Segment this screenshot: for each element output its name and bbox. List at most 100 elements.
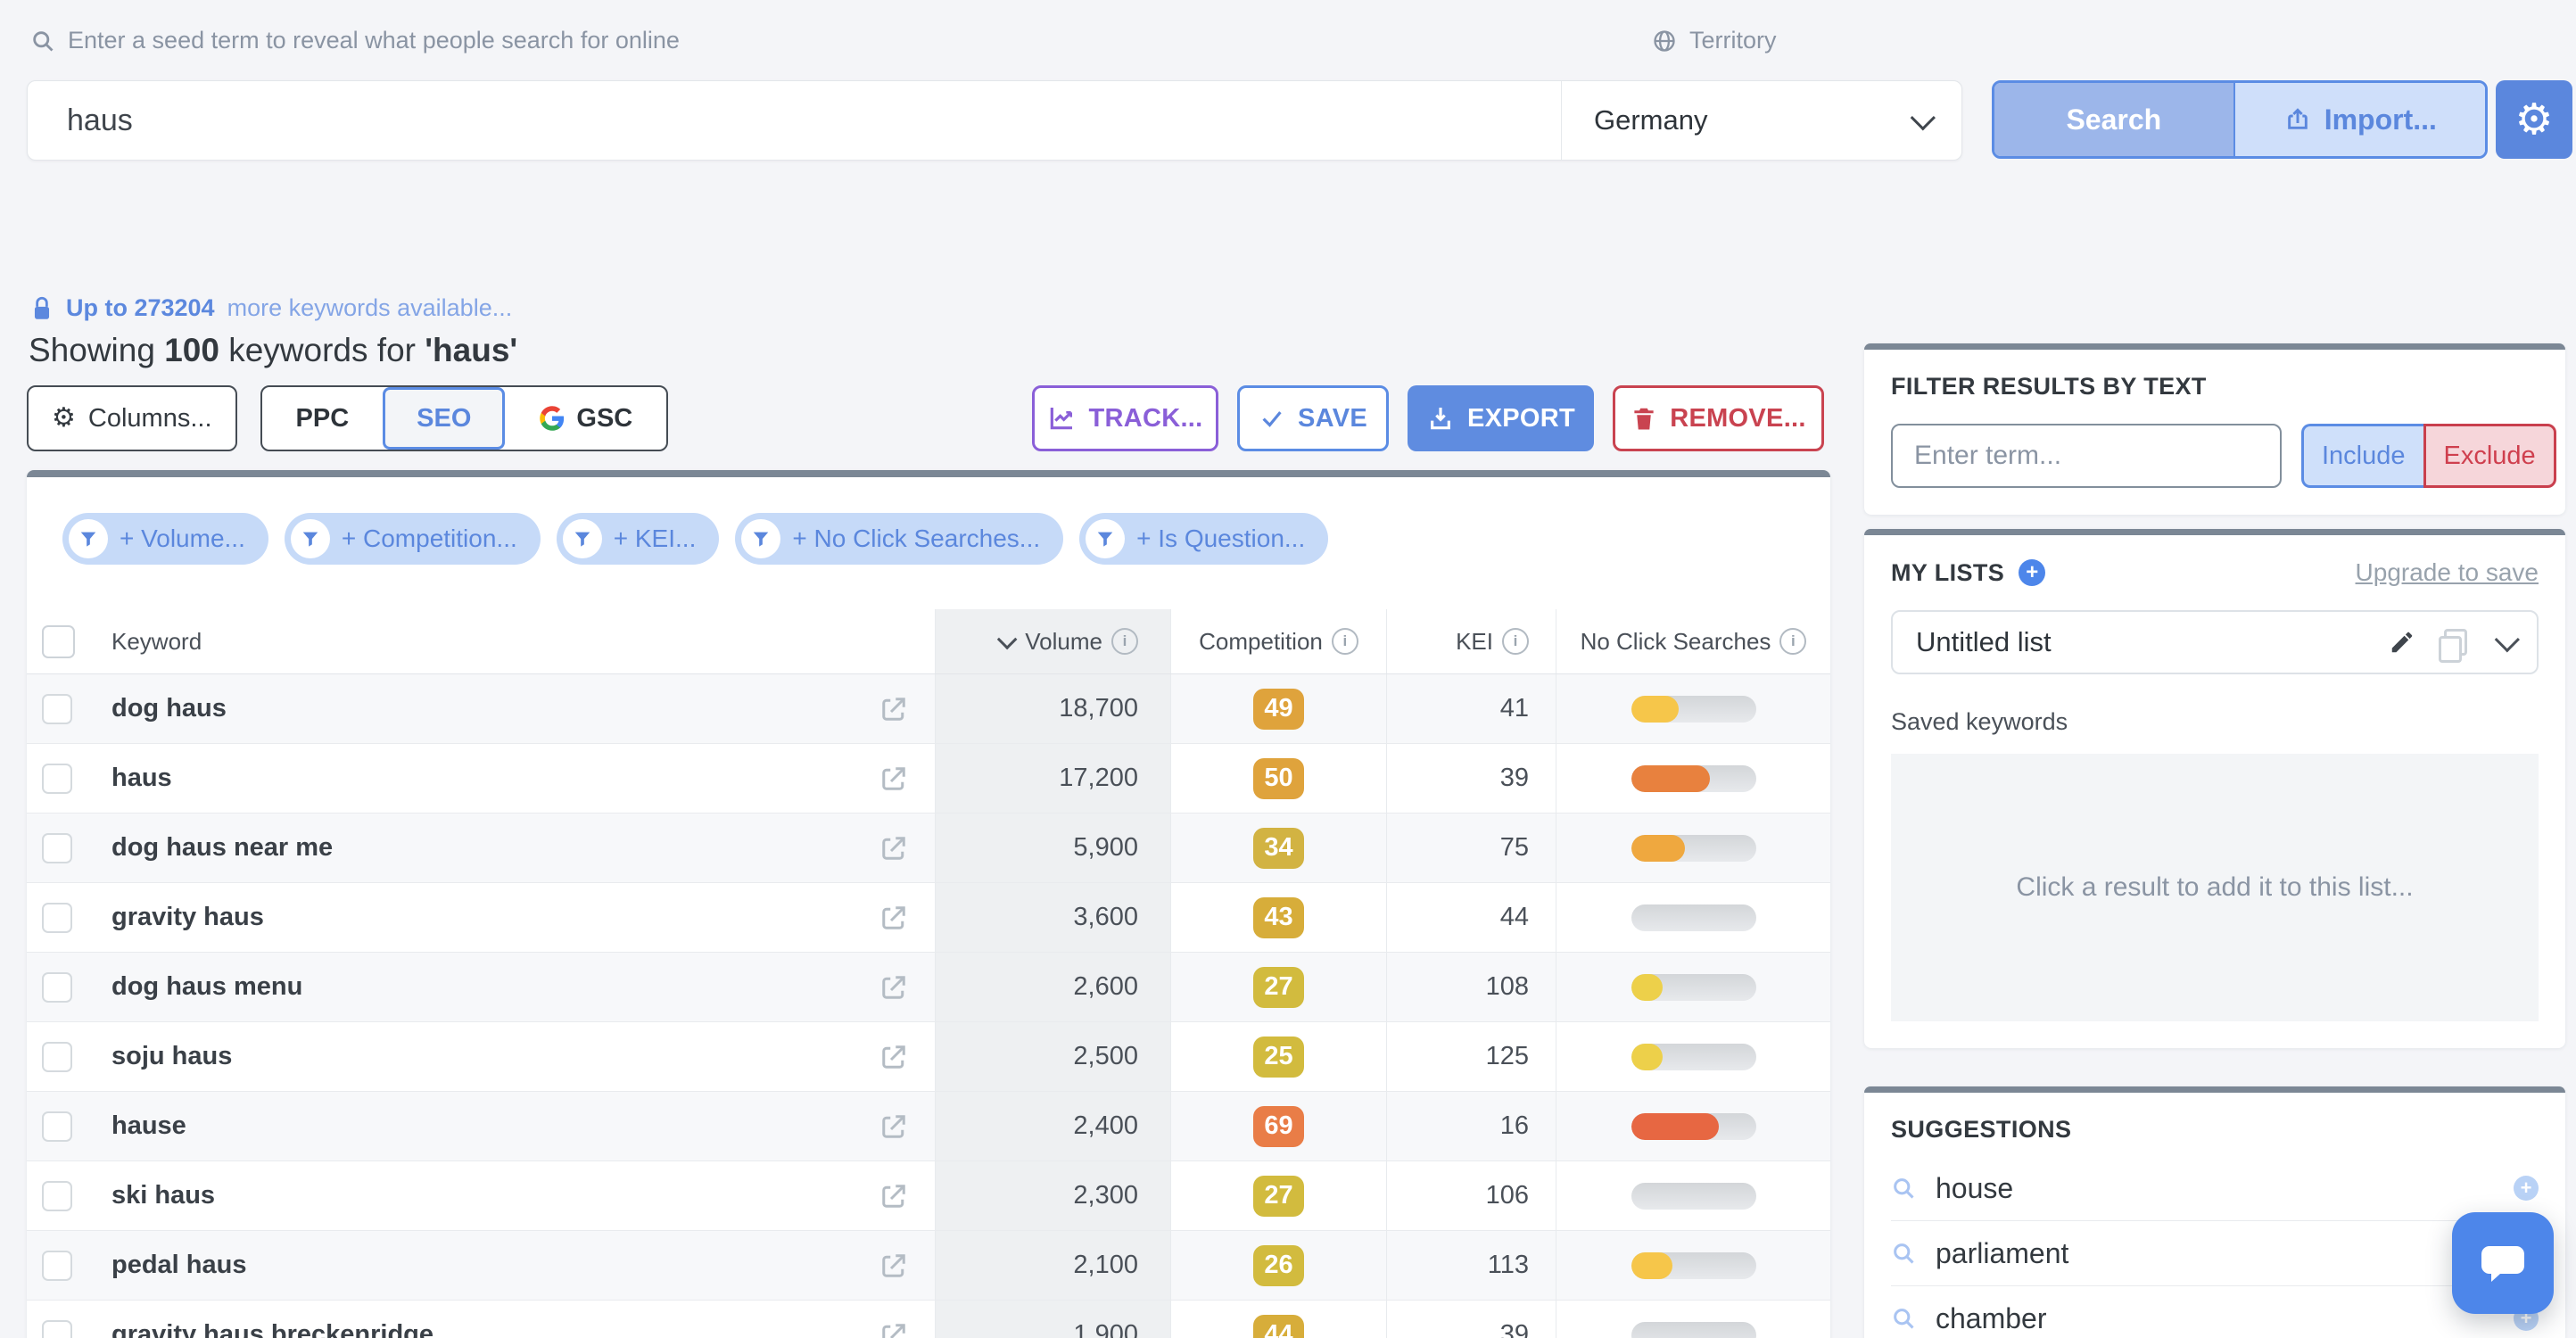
row-checkbox[interactable] (42, 694, 72, 724)
filter-chip[interactable]: + KEI... (557, 513, 720, 565)
table-row[interactable]: dog haus near me 5,900 34 75 (27, 814, 1830, 883)
table-row[interactable]: soju haus 2,500 25 125 (27, 1022, 1830, 1092)
results-panel: + Volume... + Competition... + KEI... + … (27, 470, 1830, 1338)
external-link-icon[interactable] (878, 902, 910, 934)
external-link-icon[interactable] (878, 1319, 910, 1338)
keyword-cell[interactable]: gravity haus (111, 903, 264, 932)
row-checkbox[interactable] (42, 1042, 72, 1072)
seed-input[interactable] (28, 81, 1561, 160)
col-competition[interactable]: Competition i (1170, 609, 1386, 673)
filter-funnel-icon (741, 519, 780, 558)
row-checkbox[interactable] (42, 833, 72, 863)
columns-button[interactable]: ⚙ Columns... (27, 385, 237, 451)
keyword-cell[interactable]: dog haus (111, 694, 227, 723)
suggestion-item[interactable]: chamber + (1891, 1285, 2539, 1338)
exclude-button[interactable]: Exclude (2423, 424, 2556, 488)
info-icon[interactable]: i (1779, 628, 1806, 655)
info-icon[interactable]: i (1332, 628, 1358, 655)
table-row[interactable]: hause 2,400 69 16 (27, 1092, 1830, 1161)
filter-term-input[interactable] (1891, 424, 2282, 488)
competition-badge: 27 (1253, 1176, 1304, 1217)
pencil-icon[interactable] (2389, 629, 2415, 656)
settings-button[interactable]: ⚙ (2496, 80, 2572, 159)
kei-cell: 108 (1386, 953, 1556, 1021)
external-link-icon[interactable] (878, 693, 910, 725)
tab-gsc[interactable]: GSC (505, 387, 666, 450)
row-checkbox[interactable] (42, 1111, 72, 1142)
globe-icon (1652, 29, 1677, 54)
volume-cell: 2,600 (935, 953, 1170, 1021)
table-row[interactable]: dog haus menu 2,600 27 108 (27, 953, 1830, 1022)
upload-icon (2283, 105, 2312, 134)
volume-cell: 2,500 (935, 1022, 1170, 1091)
external-link-icon[interactable] (878, 763, 910, 795)
row-checkbox[interactable] (42, 1251, 72, 1281)
suggestion-item[interactable]: parliament + (1891, 1220, 2539, 1285)
suggestions-title: SUGGESTIONS (1891, 1116, 2539, 1144)
save-button[interactable]: SAVE (1237, 385, 1389, 451)
chevron-down-icon[interactable] (2495, 627, 2520, 652)
search-button[interactable]: Search (1994, 83, 2233, 156)
external-link-icon[interactable] (878, 1041, 910, 1073)
remove-button[interactable]: REMOVE... (1613, 385, 1824, 451)
table-row[interactable]: haus 17,200 50 39 (27, 744, 1830, 814)
table-row[interactable]: pedal haus 2,100 26 113 (27, 1231, 1830, 1301)
keyword-cell[interactable]: dog haus menu (111, 972, 302, 1002)
kei-cell: 16 (1386, 1092, 1556, 1160)
row-checkbox[interactable] (42, 764, 72, 794)
chat-launcher-button[interactable] (2452, 1212, 2554, 1314)
page-title: Showing 100 keywords for 'haus' (29, 332, 517, 369)
list-selector[interactable]: Untitled list (1891, 610, 2539, 674)
add-list-button[interactable]: + (2019, 559, 2045, 586)
table-row[interactable]: gravity haus 3,600 43 44 (27, 883, 1830, 953)
keyword-cell[interactable]: pedal haus (111, 1251, 247, 1280)
territory-select[interactable]: Germany (1561, 81, 1961, 160)
col-no-click[interactable]: No Click Searches i (1556, 609, 1830, 673)
external-link-icon[interactable] (878, 832, 910, 864)
keyword-cell[interactable]: dog haus near me (111, 833, 333, 863)
row-checkbox[interactable] (42, 903, 72, 933)
keyword-cell[interactable]: haus (111, 764, 172, 793)
filter-chip[interactable]: + No Click Searches... (735, 513, 1063, 565)
external-link-icon[interactable] (878, 1111, 910, 1143)
table-row[interactable]: dog haus 18,700 49 41 (27, 674, 1830, 744)
keyword-cell[interactable]: ski haus (111, 1181, 215, 1210)
select-all-checkbox[interactable] (42, 625, 75, 658)
suggestion-item[interactable]: house + (1891, 1156, 2539, 1220)
filter-chip[interactable]: + Competition... (285, 513, 541, 565)
filter-chip[interactable]: + Is Question... (1079, 513, 1328, 565)
track-button[interactable]: TRACK... (1032, 385, 1218, 451)
export-button[interactable]: EXPORT (1408, 385, 1594, 451)
keyword-cell[interactable]: gravity haus breckenridge (111, 1320, 433, 1338)
copy-icon[interactable] (2444, 629, 2467, 656)
row-checkbox[interactable] (42, 972, 72, 1003)
upgrade-link[interactable]: Upgrade to save (2356, 558, 2539, 587)
row-checkbox[interactable] (42, 1181, 72, 1211)
magnifier-icon (1891, 1306, 1916, 1331)
keyword-cell[interactable]: hause (111, 1111, 186, 1141)
suggestions-list: house + parliament + chamber + (1891, 1156, 2539, 1338)
col-kei[interactable]: KEI i (1386, 609, 1556, 673)
info-icon[interactable]: i (1502, 628, 1529, 655)
external-link-icon[interactable] (878, 1180, 910, 1212)
tab-seo[interactable]: SEO (383, 387, 505, 450)
import-button[interactable]: Import... (2233, 83, 2485, 156)
upsell-banner[interactable]: Up to 273204 more keywords available... (30, 294, 512, 322)
add-suggestion-button[interactable]: + (2514, 1176, 2539, 1201)
table-row[interactable]: gravity haus breckenridge 1,900 44 39 (27, 1301, 1830, 1338)
seed-term-label: Enter a seed term to reveal what people … (30, 27, 680, 54)
table-row[interactable]: ski haus 2,300 27 106 (27, 1161, 1830, 1231)
external-link-icon[interactable] (878, 1250, 910, 1282)
filter-chip[interactable]: + Volume... (62, 513, 268, 565)
col-volume-sort[interactable]: Volume i (935, 609, 1170, 673)
tab-ppc[interactable]: PPC (262, 387, 384, 450)
info-icon[interactable]: i (1111, 628, 1138, 655)
keyword-cell[interactable]: soju haus (111, 1042, 232, 1071)
row-checkbox[interactable] (42, 1320, 72, 1338)
chevron-down-icon (1911, 105, 1936, 130)
external-link-icon[interactable] (878, 971, 910, 1004)
kei-cell: 39 (1386, 1301, 1556, 1338)
filter-funnel-icon (291, 519, 330, 558)
include-button[interactable]: Include (2301, 424, 2423, 488)
competition-badge: 49 (1253, 689, 1304, 730)
